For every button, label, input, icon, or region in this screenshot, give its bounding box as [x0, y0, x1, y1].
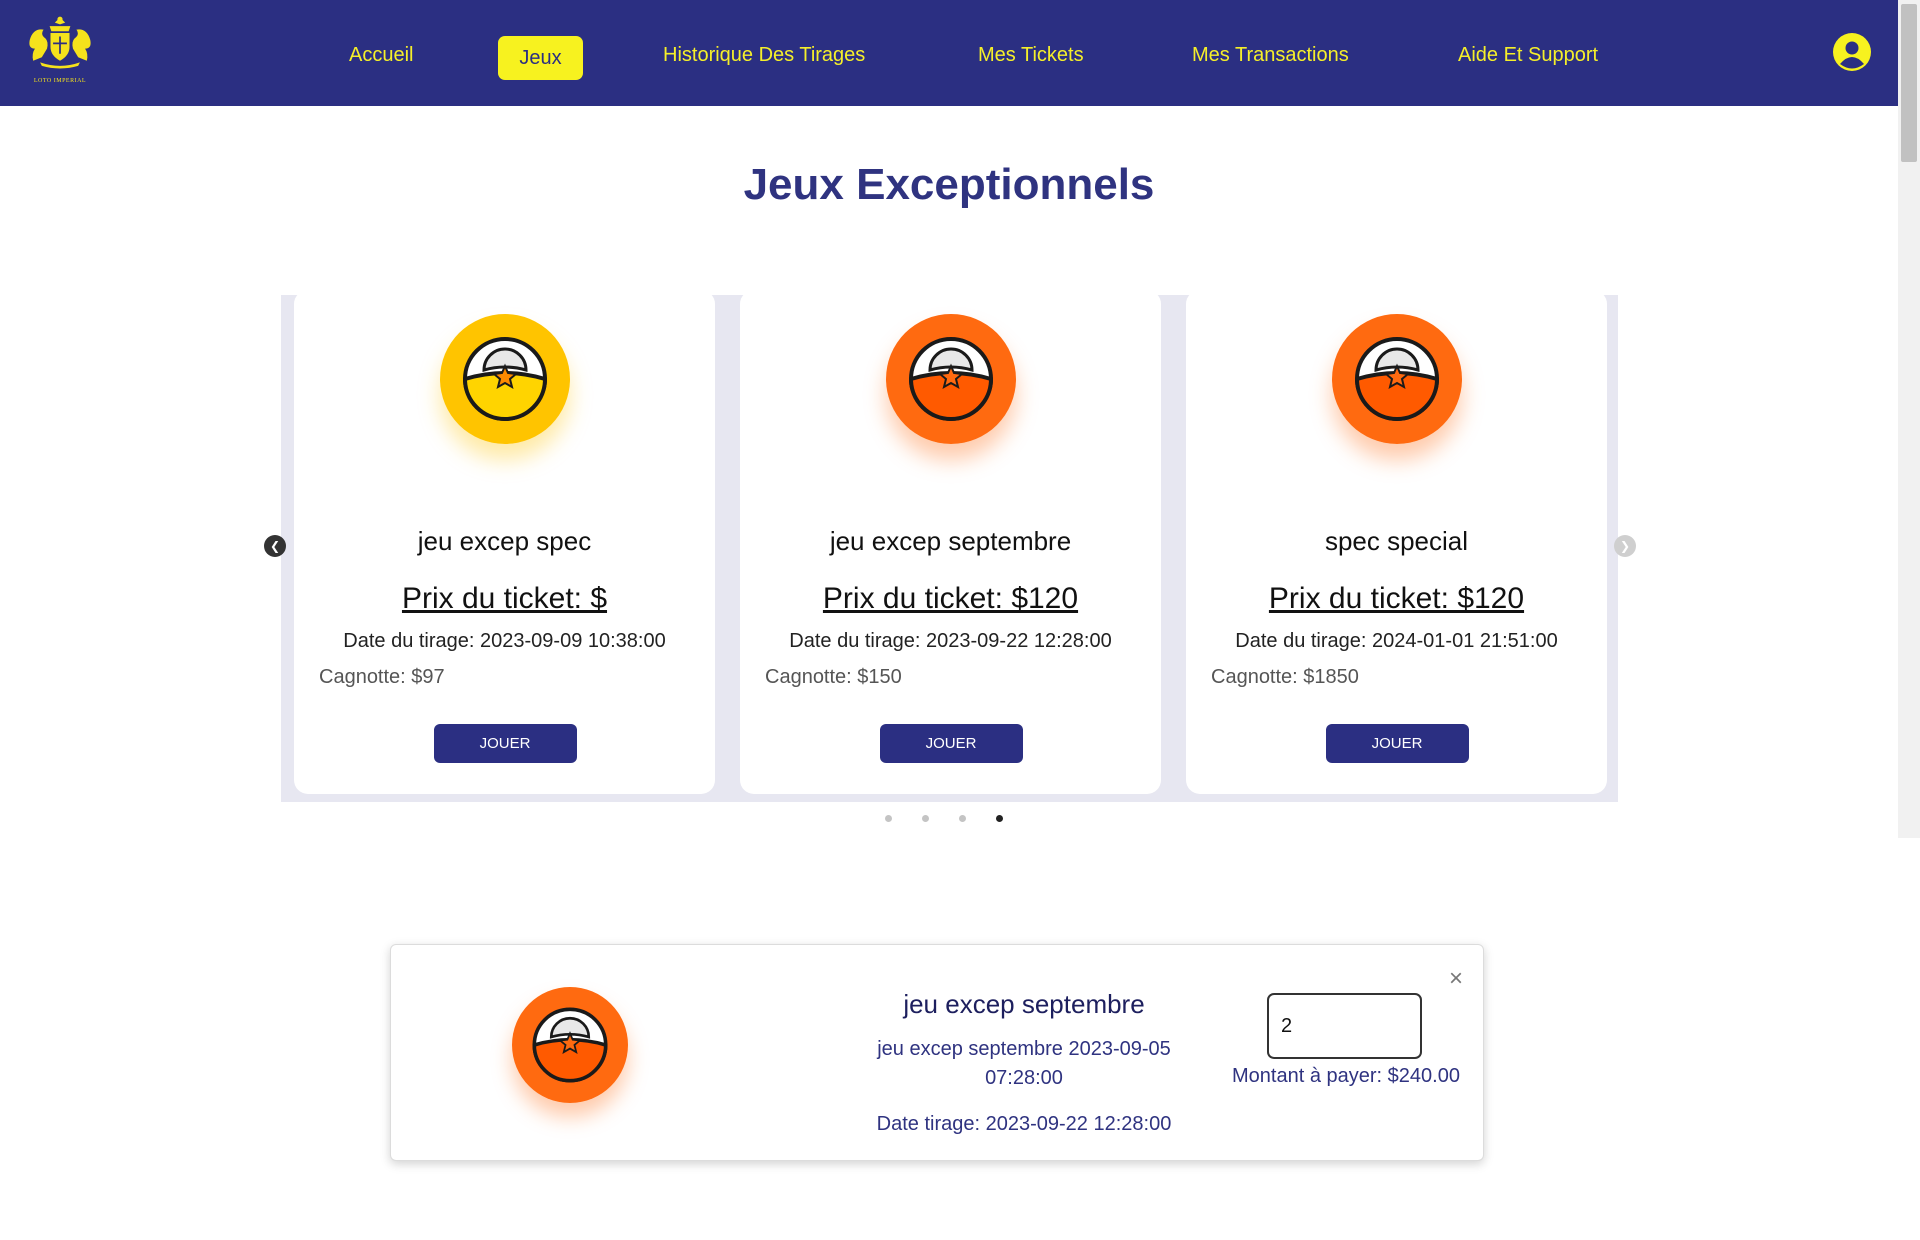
card-jackpot: Cagnotte: $97: [319, 666, 445, 688]
card-jackpot: Cagnotte: $1850: [1211, 666, 1359, 688]
card-draw-date: Date du tirage: 2023-09-22 12:28:00: [789, 630, 1112, 652]
panel-draw-date: Date tirage: 2023-09-22 12:28:00: [876, 1113, 1172, 1135]
play-button[interactable]: JOUER: [433, 724, 577, 763]
carousel-dot-active[interactable]: [996, 815, 1003, 822]
card-title: jeu excep septembre: [829, 526, 1072, 556]
close-icon[interactable]: ×: [1449, 967, 1463, 991]
card-draw-date: Date du tirage: 2024-01-01 21:51:00: [1235, 630, 1558, 652]
nav-aide-et-support[interactable]: Aide Et Support: [1458, 44, 1598, 67]
page-title: Jeux Exceptionnels: [743, 160, 1155, 209]
ticket-purchase-panel: jeu excep septembre jeu excep septembre …: [390, 944, 1484, 1161]
carousel-dot[interactable]: [922, 815, 929, 822]
scrollbar-thumb[interactable]: [1901, 4, 1917, 162]
play-button[interactable]: JOUER: [879, 724, 1023, 763]
card-jackpot: Cagnotte: $150: [765, 666, 902, 688]
carousel-dot[interactable]: [959, 815, 966, 822]
brand-logo[interactable]: LOTO IMPERIAL: [15, 14, 105, 88]
lottery-ball-icon: [439, 314, 570, 444]
lottery-ball-icon: [885, 314, 1016, 444]
quantity-input[interactable]: [1267, 993, 1422, 1059]
logo-text: LOTO IMPERIAL: [33, 78, 87, 84]
game-card: jeu excep spec Prix du ticket: $ Date du…: [294, 290, 715, 794]
card-title: spec special: [1324, 526, 1469, 556]
game-card: jeu excep septembre Prix du ticket: $120…: [740, 290, 1161, 794]
panel-game-title: jeu excep septembre: [903, 989, 1145, 1019]
panel-game-subtitle: jeu excep septembre 2023-09-05 07:28:00: [877, 1038, 1171, 1089]
nav-historique-des-tirages[interactable]: Historique Des Tirages: [663, 44, 865, 67]
user-circle-icon[interactable]: [1833, 33, 1871, 71]
nav-mes-tickets[interactable]: Mes Tickets: [978, 44, 1084, 67]
card-price: Prix du ticket: $: [401, 582, 608, 615]
card-price: Prix du ticket: $120: [822, 582, 1079, 615]
amount-to-pay: Montant à payer: $240.00: [1232, 1065, 1460, 1087]
nav-mes-transactions[interactable]: Mes Transactions: [1192, 44, 1349, 67]
carousel-dot[interactable]: [885, 815, 892, 822]
nav-jeux[interactable]: Jeux: [498, 36, 583, 80]
lottery-ball-icon: [512, 987, 628, 1103]
top-navbar: LOTO IMPERIAL Accueil Jeux Historique De…: [0, 0, 1898, 106]
card-draw-date: Date du tirage: 2023-09-09 10:38:00: [343, 630, 666, 652]
chevron-left-icon[interactable]: ❮: [264, 535, 286, 557]
play-button[interactable]: JOUER: [1325, 724, 1469, 763]
game-card: spec special Prix du ticket: $120 Date d…: [1186, 290, 1607, 794]
crest-icon: [29, 16, 91, 69]
card-price: Prix du ticket: $120: [1268, 582, 1525, 615]
chevron-right-icon[interactable]: ❯: [1614, 535, 1636, 557]
card-title: jeu excep spec: [417, 526, 592, 556]
nav-accueil[interactable]: Accueil: [349, 44, 413, 67]
lottery-ball-icon: [1331, 314, 1462, 444]
